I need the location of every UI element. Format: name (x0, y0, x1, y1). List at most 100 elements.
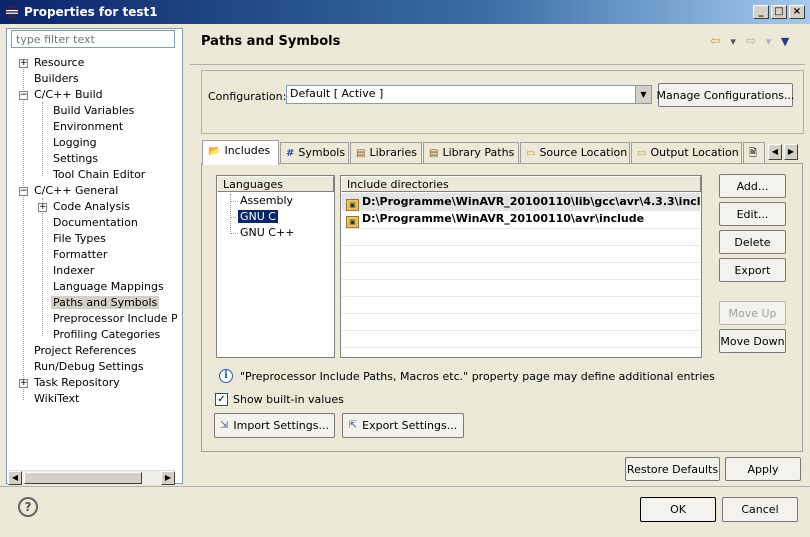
row-divider (342, 245, 700, 246)
tree-connector (42, 102, 43, 176)
tree-item-documentation[interactable]: Documentation (53, 215, 138, 231)
include-folder-icon: ▣ (346, 216, 359, 228)
add-button[interactable]: Add... (719, 174, 786, 198)
move-up-button[interactable]: Move Up (719, 301, 786, 325)
row-divider (342, 228, 700, 229)
minimize-button[interactable]: _ (753, 5, 769, 19)
forward-menu-chevron-icon[interactable]: ▾ (766, 35, 772, 48)
tabs-scroll-left-icon[interactable]: ◀ (768, 144, 782, 160)
cancel-button[interactable]: Cancel (722, 497, 798, 522)
include-directories-header: Include directories (341, 176, 701, 192)
tree-item-resource[interactable]: Resource (34, 55, 84, 71)
import-settings-button[interactable]: ⇲ Import Settings... (214, 413, 335, 438)
close-button[interactable]: × (789, 5, 805, 19)
tree-connector (42, 198, 43, 336)
tree-item-build-variables[interactable]: Build Variables (53, 103, 134, 119)
window-title: Properties for test1 (24, 5, 158, 19)
row-divider (342, 347, 700, 348)
ok-button[interactable]: OK (640, 497, 716, 522)
language-item-gnu-c[interactable]: GNU C (237, 209, 279, 224)
tab-source-location[interactable]: ▭ Source Location (520, 142, 630, 164)
scroll-right-icon[interactable]: ▶ (161, 471, 175, 485)
chevron-down-icon[interactable]: ▼ (635, 86, 651, 103)
tree-item-task-repository[interactable]: Task Repository (34, 375, 120, 391)
tree-item-paths-and-symbols[interactable]: Paths and Symbols (51, 295, 160, 311)
collapse-cc-build-icon[interactable]: − (19, 91, 28, 100)
tree-item-profiling-categories[interactable]: Profiling Categories (53, 327, 160, 343)
tree-item-preprocessor-include-path[interactable]: Preprocessor Include Path (53, 311, 177, 327)
tree-connector (230, 201, 238, 202)
move-down-button[interactable]: Move Down (719, 329, 786, 353)
tree-horizontal-scrollbar[interactable]: ◀ ▶ (8, 470, 175, 485)
tree-item-formatter[interactable]: Formatter (53, 247, 107, 263)
tree-item-wikitext[interactable]: WikiText (34, 391, 79, 407)
back-arrow-icon[interactable]: ⇦ (710, 34, 721, 49)
tree-item-cc-build[interactable]: C/C++ Build (34, 87, 103, 103)
tab-includes[interactable]: 📂 Includes (202, 140, 279, 165)
edit-button[interactable]: Edit... (719, 202, 786, 226)
tree-item-language-mappings[interactable]: Language Mappings (53, 279, 164, 295)
expand-resource-icon[interactable]: + (19, 59, 28, 68)
show-builtin-checkbox[interactable]: ✓ (215, 393, 228, 406)
row-divider (342, 262, 700, 263)
tree-item-tool-chain-editor[interactable]: Tool Chain Editor (53, 167, 145, 183)
export-button[interactable]: Export (719, 258, 786, 282)
delete-button[interactable]: Delete (719, 230, 786, 254)
maximize-button[interactable]: □ (771, 5, 787, 19)
scroll-left-icon[interactable]: ◀ (8, 471, 22, 485)
tabs-scroll-right-icon[interactable]: ▶ (784, 144, 798, 160)
tree-item-logging[interactable]: Logging (53, 135, 97, 151)
languages-header: Languages (217, 176, 334, 192)
include-dir-row[interactable]: ▣ D:\Programme\WinAVR_20100110\avr\includ… (342, 210, 700, 228)
page-navigation: ⇦ ▾ ⇨ ▾ ▼ (710, 34, 795, 49)
collapse-cc-general-icon[interactable]: − (19, 187, 28, 196)
row-divider (342, 279, 700, 280)
tree-item-indexer[interactable]: Indexer (53, 263, 94, 279)
footer-separator (0, 486, 810, 487)
tree-item-environment[interactable]: Environment (53, 119, 123, 135)
tree-item-builders[interactable]: Builders (34, 71, 79, 87)
configuration-value: Default [ Active ] (290, 87, 384, 100)
forward-arrow-icon[interactable]: ⇨ (745, 34, 756, 49)
help-icon[interactable]: ? (18, 497, 38, 517)
expand-code-analysis-icon[interactable]: + (38, 203, 47, 212)
filter-input[interactable] (11, 30, 175, 48)
tab-symbols[interactable]: # Symbols (280, 142, 349, 164)
restore-defaults-button[interactable]: Restore Defaults (625, 457, 720, 481)
tree-connector (230, 217, 238, 218)
tree-connector (230, 233, 238, 234)
header-separator (190, 64, 805, 65)
include-dir-row[interactable]: ▣ D:\Programme\WinAVR_20100110\lib\gcc\av… (342, 193, 700, 211)
tree-item-settings[interactable]: Settings (53, 151, 98, 167)
source-folder-icon: ▭ (526, 148, 536, 159)
expand-task-repository-icon[interactable]: + (19, 379, 28, 388)
page-title: Paths and Symbols (201, 34, 341, 49)
manage-configurations-button[interactable]: Manage Configurations... (657, 83, 795, 107)
scroll-thumb[interactable] (24, 472, 142, 484)
language-item-assembly[interactable]: Assembly (240, 193, 293, 208)
tree-item-project-references[interactable]: Project References (34, 343, 136, 359)
includes-icon: 📂 (208, 146, 221, 157)
row-divider (342, 330, 700, 331)
tab-library-paths[interactable]: ▤ Library Paths (423, 142, 519, 164)
tree-connector (23, 62, 24, 400)
back-menu-chevron-icon[interactable]: ▾ (730, 35, 736, 48)
tab-libraries[interactable]: ▤ Libraries (350, 142, 422, 164)
tree-item-cc-general[interactable]: C/C++ General (34, 183, 118, 199)
configuration-label: Configuration: (208, 90, 287, 103)
configuration-select[interactable]: Default [ Active ] ▼ (286, 85, 652, 104)
document-icon: 🗎 (749, 148, 758, 159)
library-icon: ▤ (356, 148, 366, 159)
language-item-gnu-cpp[interactable]: GNU C++ (240, 225, 294, 240)
tree-item-code-analysis[interactable]: Code Analysis (53, 199, 130, 215)
tree-item-run-debug-settings[interactable]: Run/Debug Settings (34, 359, 144, 375)
tab-output-location[interactable]: ▭ Output Location (631, 142, 742, 164)
view-menu-icon[interactable]: ▼ (781, 35, 789, 48)
tree-item-file-types[interactable]: File Types (53, 231, 106, 247)
tab-more[interactable]: 🗎 (743, 142, 765, 164)
library-path-icon: ▤ (429, 148, 439, 159)
export-settings-button[interactable]: ⇱ Export Settings... (342, 413, 464, 438)
window-titlebar: Properties for test1 _ □ × (0, 0, 810, 24)
output-folder-icon: ▭ (637, 148, 647, 159)
apply-button[interactable]: Apply (725, 457, 801, 481)
